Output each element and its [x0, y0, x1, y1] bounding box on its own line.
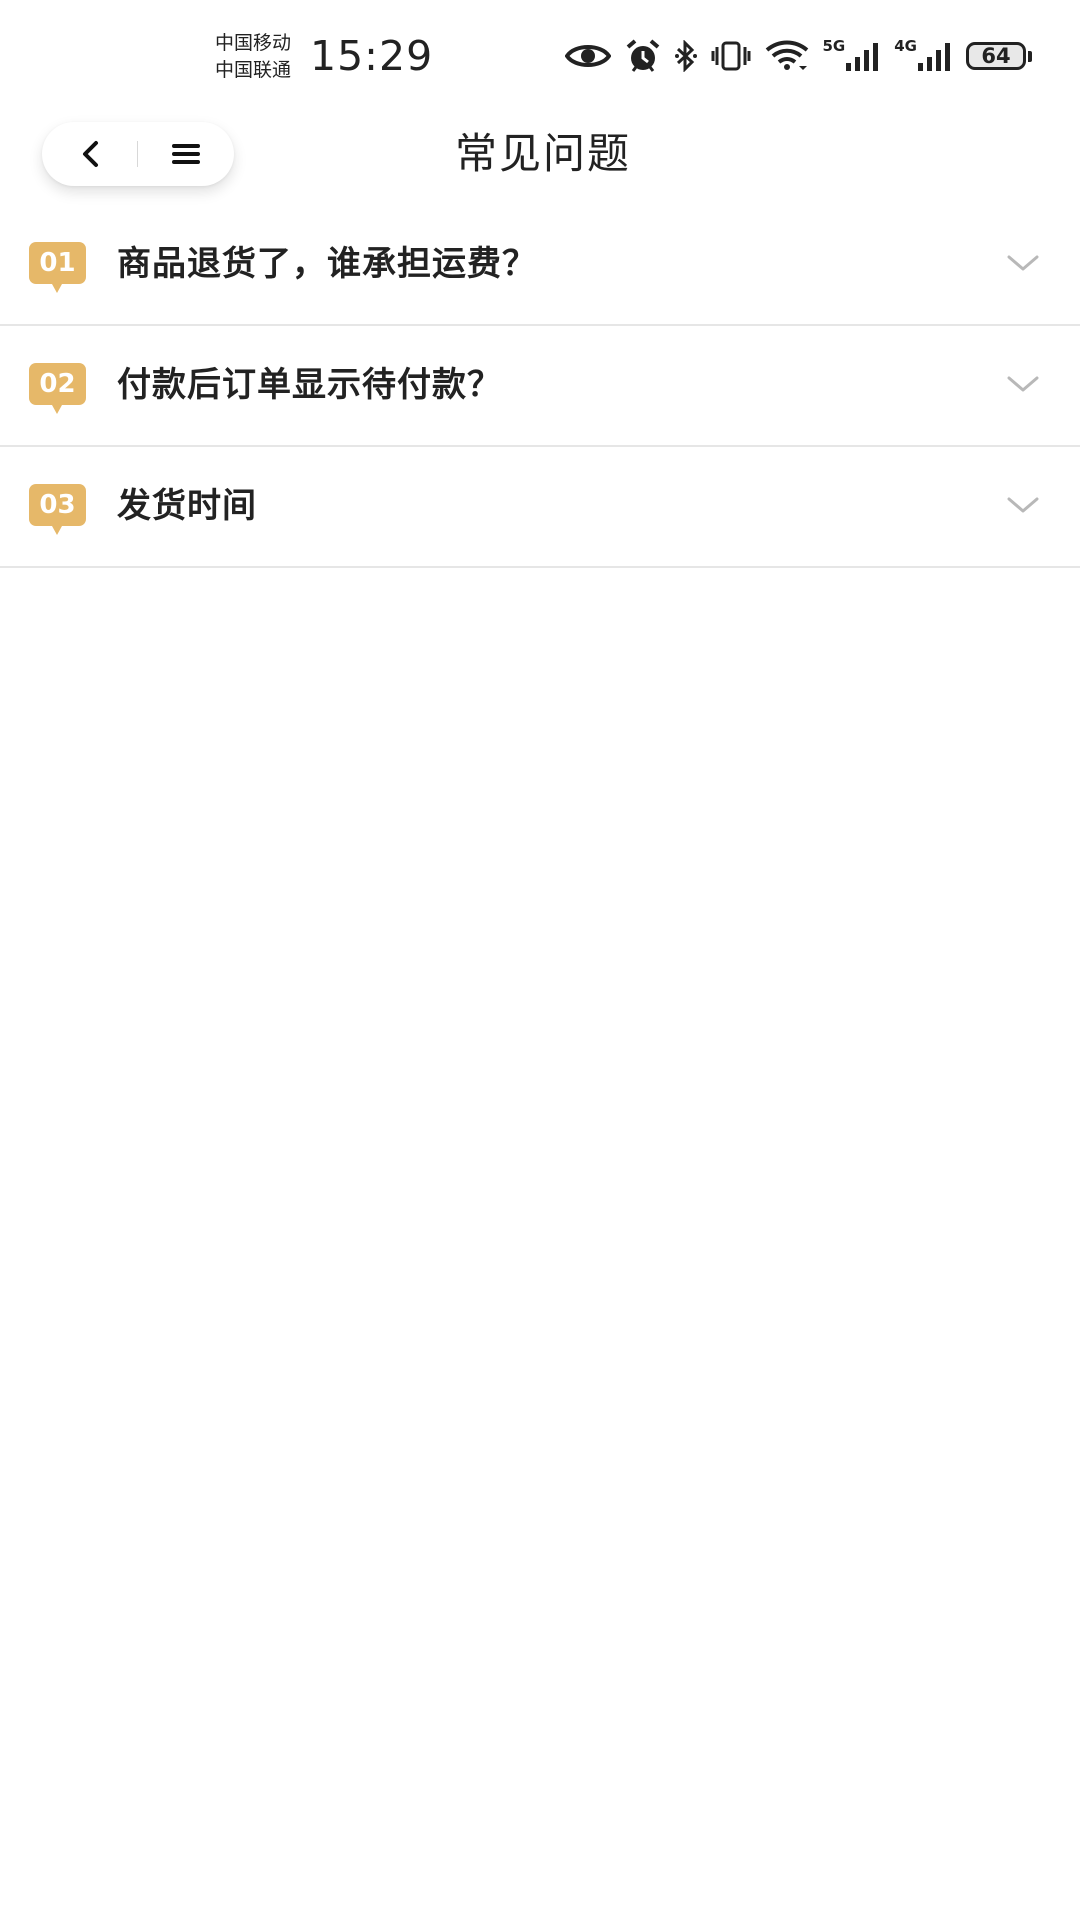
bluetooth-icon: [674, 40, 697, 72]
chevron-down-icon[interactable]: [1006, 372, 1040, 396]
chevron-left-icon: [82, 141, 98, 167]
menu-icon: [171, 144, 200, 164]
faq-question: 发货时间: [117, 486, 257, 526]
battery-level: 64: [966, 42, 1026, 70]
faq-question: 商品退货了，谁承担运费？: [117, 244, 537, 284]
faq-list: 01 商品退货了，谁承担运费？ 02 付款后订单显示待付款？ 03 发货时间: [0, 205, 1080, 568]
faq-screen: 中国移动 中国联通 15:29 5G 4G 64 常见问题 01 商品退货了，谁…: [0, 0, 1080, 1920]
wifi-icon: [765, 40, 809, 72]
back-button[interactable]: [42, 122, 137, 186]
battery-icon: 64: [966, 42, 1032, 70]
chevron-down-icon[interactable]: [1006, 251, 1040, 275]
vibrate-icon: [711, 41, 751, 71]
signal-4g-icon: 4G: [894, 37, 952, 71]
status-icons: 5G 4G 64: [551, 36, 1032, 76]
faq-item-1[interactable]: 01 商品退货了，谁承担运费？: [0, 205, 1080, 326]
nav-capsule: [42, 122, 234, 186]
eye-icon: [564, 42, 611, 70]
status-bar: 中国移动 中国联通 15:29 5G 4G 64: [0, 0, 1080, 112]
faq-item-3[interactable]: 03 发货时间: [0, 447, 1080, 568]
faq-item-2[interactable]: 02 付款后订单显示待付款？: [0, 326, 1080, 447]
carrier-info: 中国移动 中国联通: [215, 30, 291, 84]
carrier-1: 中国移动: [215, 32, 292, 54]
alarm-icon: [625, 39, 661, 73]
signal-5g-icon: 5G: [823, 37, 881, 71]
carrier-2: 中国联通: [215, 59, 292, 81]
nav-bar: 常见问题: [0, 112, 1080, 202]
faq-number-badge: 03: [29, 484, 86, 535]
faq-number-badge: 01: [29, 242, 86, 293]
chevron-down-icon[interactable]: [1006, 493, 1040, 517]
menu-button[interactable]: [138, 122, 233, 186]
faq-question: 付款后订单显示待付款？: [117, 365, 502, 405]
status-time: 15:29: [310, 32, 434, 80]
network-4g-label: 4G: [894, 37, 917, 55]
network-5g-label: 5G: [822, 37, 846, 55]
faq-number-badge: 02: [29, 363, 86, 414]
